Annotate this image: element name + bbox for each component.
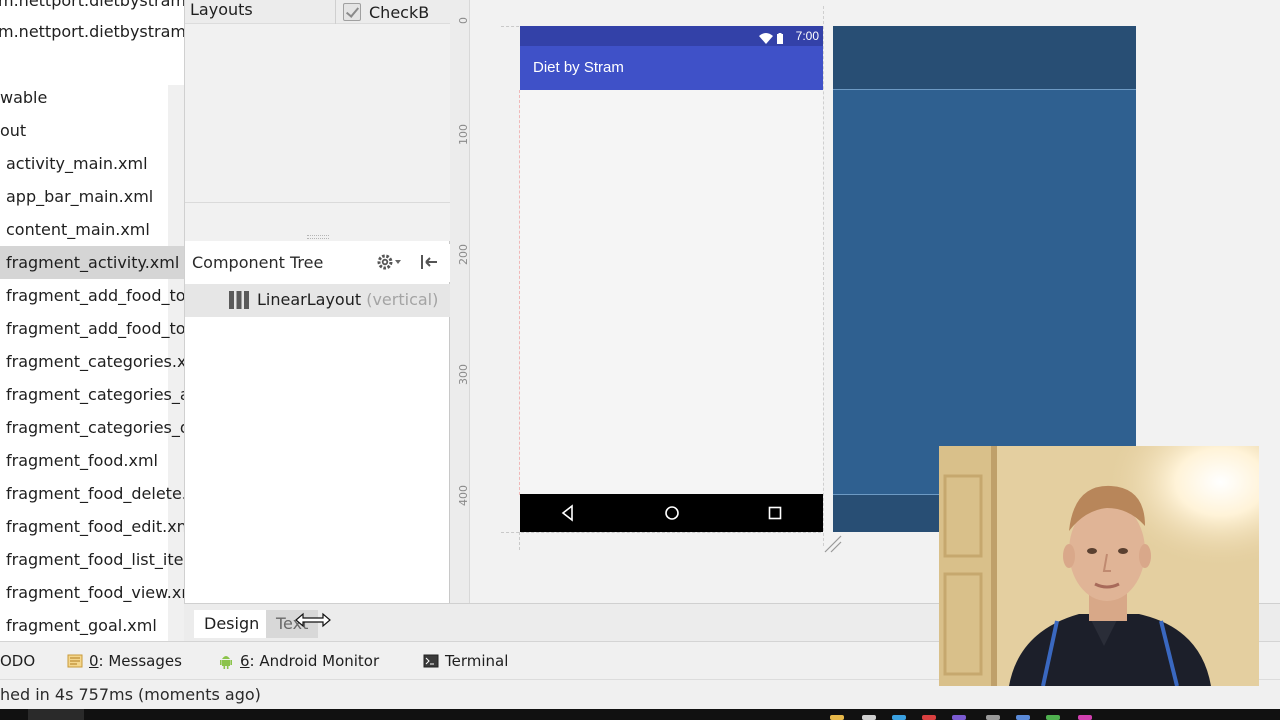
resize-cursor-icon: [295, 611, 331, 629]
tool-todo-label: ODO: [0, 652, 36, 670]
canvas-guide: [519, 532, 520, 550]
ruler-label: 200: [457, 244, 470, 265]
tray-icon[interactable]: [862, 715, 876, 720]
blueprint-toolbar: [833, 26, 1136, 90]
project-tree-item-label: app_bar_main.xml: [6, 187, 154, 206]
project-tree-item-label: fragment_food.xml: [6, 451, 158, 470]
tool-messages[interactable]: 0: Messages: [67, 651, 182, 671]
terminal-icon: [423, 653, 439, 669]
component-tree-row[interactable]: LinearLayout (vertical): [185, 284, 450, 317]
tray-icon[interactable]: [1046, 715, 1060, 720]
linear-layout-icon: [228, 290, 250, 310]
ruler-label: 0: [457, 17, 470, 24]
project-tree-item-label: content_main.xml: [6, 220, 150, 239]
project-tree-item-label: activity_main.xml: [6, 154, 148, 173]
recents-icon: [765, 503, 785, 523]
hide-panel-icon[interactable]: [418, 251, 440, 273]
tab-design[interactable]: Design: [194, 610, 270, 638]
project-tree-item-label: out: [0, 121, 27, 140]
vertical-ruler: 0 100 200 300 400: [450, 0, 470, 603]
canvas-guide: [501, 532, 821, 533]
project-tree-item-label: fragment_goal.xml: [6, 616, 157, 635]
tool-messages-label: : Messages: [98, 652, 182, 670]
ruler-label: 400: [457, 485, 470, 506]
project-tree-item-label: fragment_categories_d: [6, 418, 184, 437]
side-panel: Layouts CheckB Component Tree LinearLayo…: [184, 0, 450, 603]
project-tree-item-label: fragment_food_list_iter: [6, 550, 184, 569]
back-icon: [558, 503, 578, 523]
wifi-battery-icon: [759, 30, 789, 44]
tray-icon[interactable]: [952, 715, 966, 720]
palette-separator: [185, 202, 450, 203]
app-toolbar[interactable]: Diet by Stram: [520, 46, 823, 90]
checkbox-icon: [343, 3, 361, 21]
android-icon: [218, 653, 234, 669]
palette-item-checkbox[interactable]: CheckB: [343, 2, 429, 24]
device-status-bar: 7:00: [520, 26, 823, 46]
os-taskbar: [0, 709, 1280, 720]
ruler-label: 300: [457, 364, 470, 385]
messages-icon: [67, 653, 83, 669]
project-tree-item-label: fragment_activity.xml: [6, 253, 180, 272]
component-tree-header: Component Tree: [185, 244, 450, 282]
canvas-guide: [823, 6, 824, 546]
project-tree-item[interactable]: fragment_activity.xml: [0, 246, 184, 279]
taskbar-start-area[interactable]: [28, 709, 84, 720]
project-tree: m.nettport.dietbystram. m.nettport.dietby…: [0, 0, 184, 641]
tray-icon[interactable]: [922, 715, 936, 720]
device-clock: 7:00: [795, 29, 819, 43]
project-tree-item-label: fragment_categories_a: [6, 385, 184, 404]
component-name: LinearLayout: [257, 290, 362, 309]
project-tree-item-label: m.nettport.dietbystram.: [0, 22, 184, 41]
tray-icon[interactable]: [1078, 715, 1092, 720]
tool-terminal[interactable]: Terminal: [423, 651, 508, 671]
project-tree-item-label: fragment_food_delete.: [6, 484, 184, 503]
home-icon: [662, 503, 682, 523]
palette-header: Layouts CheckB: [185, 0, 450, 24]
project-tree-item-label: fragment_add_food_to: [6, 319, 184, 338]
gear-icon[interactable]: [375, 251, 403, 273]
webcam-image: [939, 446, 1259, 686]
tool-todo[interactable]: ODO: [0, 651, 35, 671]
project-tree-item-label: fragment_categories.xn: [6, 352, 184, 371]
component-tree-row-label: LinearLayout (vertical): [257, 290, 438, 310]
device-preview[interactable]: 7:00 Diet by Stram: [519, 26, 823, 532]
palette-group-layouts[interactable]: Layouts: [190, 0, 253, 20]
resize-handle-icon[interactable]: [823, 534, 843, 554]
tray-icon[interactable]: [1016, 715, 1030, 720]
app-title: Diet by Stram: [533, 59, 624, 76]
tray-icon[interactable]: [830, 715, 844, 720]
tool-android-monitor[interactable]: 6: Android Monitor: [218, 651, 379, 671]
tray-icon[interactable]: [892, 715, 906, 720]
project-tree-item-label: fragment_add_food_to: [6, 286, 184, 305]
project-tree-item-label: fragment_food_edit.xn: [6, 517, 184, 536]
ruler-label: 100: [457, 124, 470, 145]
palette: Layouts CheckB: [185, 0, 450, 241]
palette-divider: [335, 0, 336, 24]
tool-terminal-label: Terminal: [445, 652, 509, 670]
project-tree-item-label: wable: [0, 88, 48, 107]
tray-icon[interactable]: [986, 715, 1000, 720]
component-tree-title: Component Tree: [192, 253, 324, 272]
tool-android-number: 6: [240, 652, 250, 670]
build-status-text: hed in 4s 757ms (moments ago): [0, 685, 261, 704]
webcam-overlay: [939, 446, 1259, 686]
panel-splitter-grip[interactable]: [307, 235, 329, 239]
tool-messages-number: 0: [89, 652, 99, 670]
tool-android-label: : Android Monitor: [249, 652, 380, 670]
palette-item-checkbox-label: CheckB: [369, 3, 430, 22]
project-tree-item-label: fragment_food_view.xn: [6, 583, 184, 602]
layout-bounds-guide: [519, 90, 520, 495]
device-nav-bar: [520, 494, 823, 532]
component-orientation: (vertical): [366, 290, 439, 309]
